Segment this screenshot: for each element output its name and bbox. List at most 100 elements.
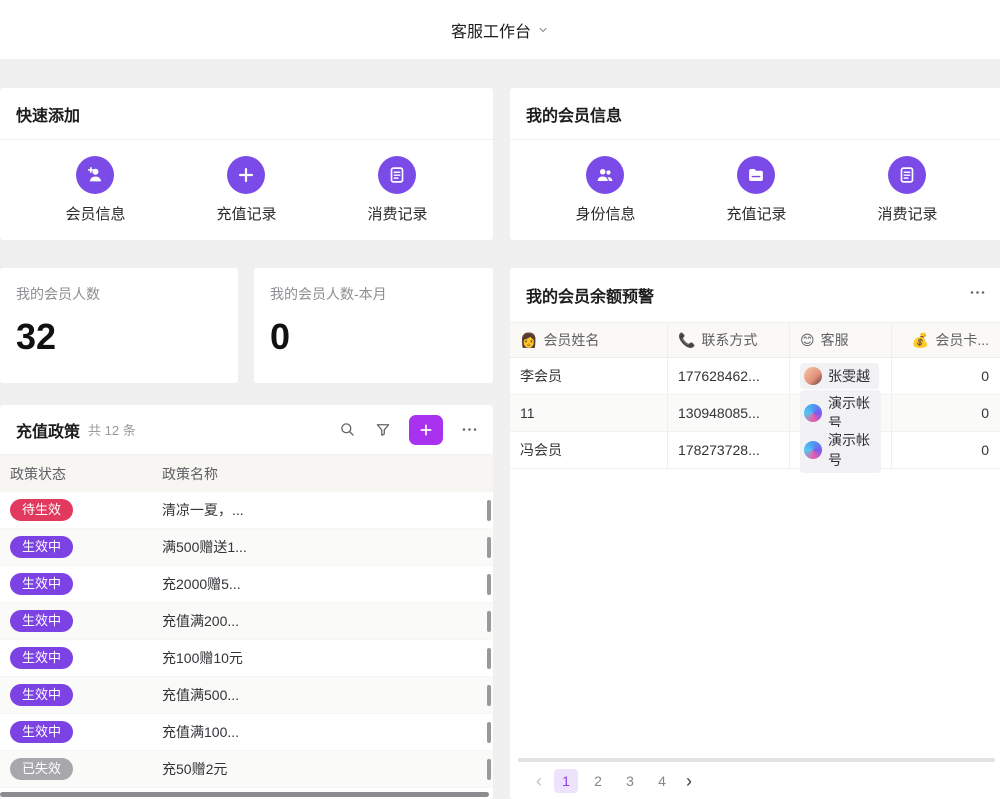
prev-page-icon[interactable]: ‹ — [532, 772, 546, 790]
column-label: 会员卡... — [935, 330, 989, 350]
quick-add-title-row: 快速添加 — [0, 88, 493, 140]
scrollbar-thumb[interactable] — [487, 685, 491, 706]
column-label: 会员姓名 — [543, 330, 599, 350]
next-page-icon[interactable]: › — [682, 772, 696, 790]
agent-chip: 演示帐号 — [800, 427, 881, 473]
quick-add-actions: 会员信息 充值记录 消费记录 — [0, 140, 493, 239]
action-recharge-record[interactable]: 充值记录 — [726, 156, 786, 224]
member-name: 11 — [510, 395, 668, 431]
phone-emoji-icon: 📞 — [678, 332, 695, 349]
action-member-info[interactable]: 会员信息 — [65, 156, 125, 224]
policy-name: 充值满500... — [162, 685, 493, 705]
column-header-member-name: 👩 会员姓名 — [510, 323, 668, 357]
balance-alert-header: 我的会员余额预警 — [510, 268, 1000, 322]
stat-value: 32 — [16, 316, 222, 358]
balance-alert-card: 我的会员余额预警 👩 会员姓名 📞 联系方式 😊 客服 💰 会员卡... — [510, 268, 1000, 799]
workspace-switcher[interactable]: 客服工作台 — [451, 18, 549, 42]
member-emoji-icon: 👩 — [520, 332, 537, 349]
filter-icon[interactable] — [373, 420, 393, 440]
stat-label: 我的会员人数 — [16, 284, 222, 304]
card-balance: 0 — [892, 432, 1000, 468]
person-add-icon — [76, 156, 114, 194]
search-icon[interactable] — [337, 420, 357, 440]
table-row[interactable]: 生效中 满500赠送1... — [0, 529, 493, 566]
status-badge: 待生效 — [10, 499, 73, 521]
status-badge: 生效中 — [10, 610, 73, 632]
agent-cell: 演示帐号 — [790, 432, 892, 468]
stat-card-member-count: 我的会员人数 32 — [0, 268, 238, 383]
table-row[interactable]: 生效中 充100赠10元 — [0, 640, 493, 677]
action-label: 充值记录 — [216, 203, 276, 224]
recharge-policy-header: 充值政策 共 12 条 — [0, 405, 493, 455]
agent-cell: 演示帐号 — [790, 395, 892, 431]
status-badge: 生效中 — [10, 573, 73, 595]
column-header-contact: 📞 联系方式 — [668, 323, 790, 357]
action-label: 身份信息 — [575, 203, 635, 224]
table-row[interactable]: 待生效 清凉一夏，... — [0, 492, 493, 529]
action-label: 消费记录 — [367, 203, 427, 224]
recharge-policy-count: 共 12 条 — [88, 420, 136, 439]
more-icon[interactable] — [968, 283, 987, 307]
page-3[interactable]: 3 — [618, 769, 642, 793]
action-consume-record[interactable]: 消费记录 — [877, 156, 937, 224]
table-row[interactable]: 冯会员 178273728... 演示帐号 0 — [510, 432, 1000, 469]
table-row[interactable]: 生效中 充2000赠5... — [0, 566, 493, 603]
status-badge: 生效中 — [10, 647, 73, 669]
scrollbar-thumb[interactable] — [487, 611, 491, 632]
status-badge: 生效中 — [10, 684, 73, 706]
avatar — [804, 367, 822, 385]
horizontal-scrollbar[interactable] — [0, 792, 489, 797]
table-row[interactable]: 11 130948085... 演示帐号 0 — [510, 395, 1000, 432]
scrollbar-thumb[interactable] — [487, 648, 491, 669]
table-row[interactable]: 已失效 充50赠2元 — [0, 751, 493, 788]
scrollbar-thumb[interactable] — [487, 722, 491, 743]
table-row[interactable]: 生效中 充值满500... — [0, 677, 493, 714]
horizontal-scrollbar[interactable] — [518, 758, 995, 762]
recharge-policy-title: 充值政策 — [16, 418, 80, 442]
member-contact: 177628462... — [668, 358, 790, 394]
quick-add-title: 快速添加 — [16, 102, 80, 126]
column-label: 客服 — [821, 330, 849, 350]
scrollbar-thumb[interactable] — [487, 500, 491, 521]
plus-icon — [227, 156, 265, 194]
table-row[interactable]: 生效中 充值满200... — [0, 603, 493, 640]
policy-name: 充值满100... — [162, 722, 493, 742]
avatar — [804, 441, 822, 459]
member-info-title: 我的会员信息 — [526, 102, 622, 126]
policy-name: 充100赠10元 — [162, 648, 493, 668]
agent-cell: 张雯越 — [790, 358, 892, 394]
add-policy-button[interactable] — [409, 415, 443, 445]
page-4[interactable]: 4 — [650, 769, 674, 793]
quick-add-card: 快速添加 会员信息 充值记录 消费记录 — [0, 88, 493, 240]
table-row[interactable]: 生效中 充值满100... — [0, 714, 493, 751]
chevron-down-icon — [537, 24, 549, 36]
column-header-card-balance: 💰 会员卡... — [892, 323, 1000, 357]
scrollbar-thumb[interactable] — [487, 574, 491, 595]
member-name: 冯会员 — [510, 432, 668, 468]
action-identity-info[interactable]: 身份信息 — [575, 156, 635, 224]
moneybag-emoji-icon: 💰 — [912, 332, 929, 349]
policy-name: 满500赠送1... — [162, 537, 493, 557]
member-contact: 178273728... — [668, 432, 790, 468]
scrollbar-thumb[interactable] — [487, 759, 491, 780]
action-consume-record[interactable]: 消费记录 — [367, 156, 427, 224]
page-1[interactable]: 1 — [554, 769, 578, 793]
balance-table-body: 李会员 177628462... 张雯越 0 11 130948085... 演… — [510, 358, 1000, 469]
policy-name: 清凉一夏，... — [162, 500, 493, 520]
member-info-card: 我的会员信息 身份信息 充值记录 消费记录 — [510, 88, 1000, 240]
more-icon[interactable] — [459, 420, 479, 440]
page-2[interactable]: 2 — [586, 769, 610, 793]
receipt-icon — [378, 156, 416, 194]
smiley-emoji-icon: 😊 — [800, 332, 815, 349]
status-badge: 已失效 — [10, 758, 73, 780]
folder-icon — [737, 156, 775, 194]
member-name: 李会员 — [510, 358, 668, 394]
action-label: 会员信息 — [65, 203, 125, 224]
action-recharge-record[interactable]: 充值记录 — [216, 156, 276, 224]
page-title: 客服工作台 — [451, 18, 531, 42]
scrollbar-thumb[interactable] — [487, 537, 491, 558]
action-label: 消费记录 — [877, 203, 937, 224]
table-row[interactable]: 李会员 177628462... 张雯越 0 — [510, 358, 1000, 395]
stat-value: 0 — [270, 316, 477, 358]
policy-table-body: 待生效 清凉一夏，... 生效中 满500赠送1... 生效中 充2000赠5.… — [0, 492, 493, 788]
